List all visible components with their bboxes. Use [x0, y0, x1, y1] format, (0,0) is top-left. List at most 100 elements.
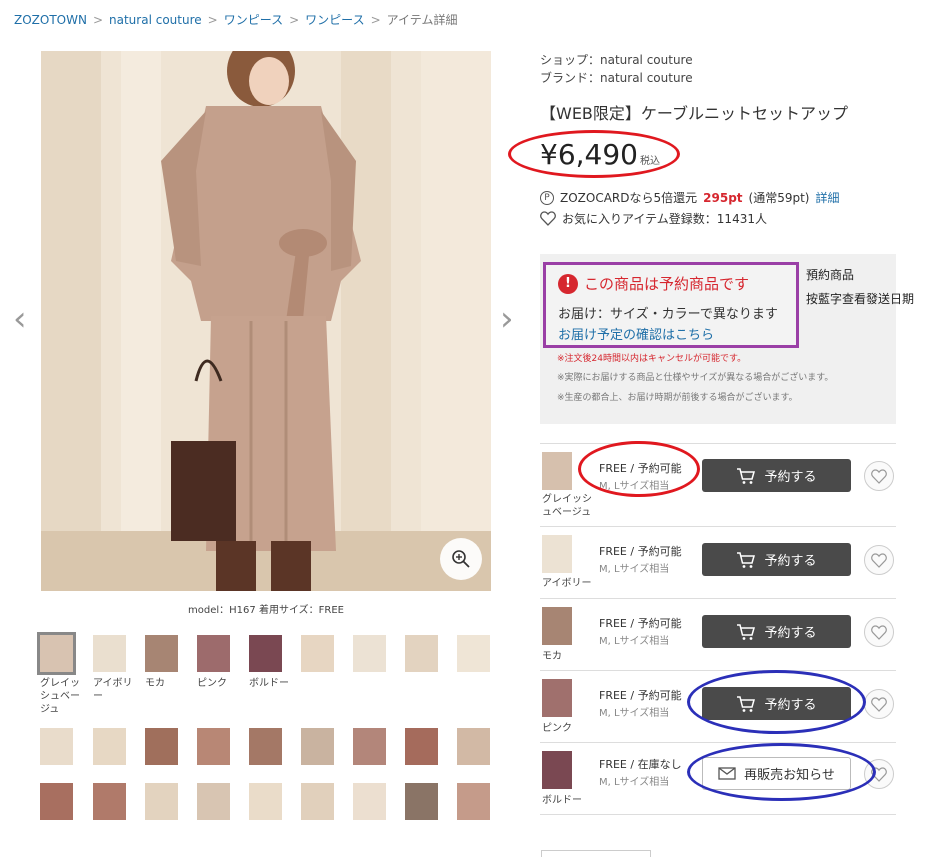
- breadcrumb-separator: >: [289, 12, 300, 27]
- variant-stock: FREE / 予約可能: [599, 689, 682, 702]
- breadcrumb-category[interactable]: ワンピース: [224, 11, 283, 28]
- reserve-button-label: 予約する: [764, 698, 817, 713]
- row-divider: [540, 742, 896, 743]
- variant-stock: FREE / 予約可能: [599, 462, 682, 475]
- row-divider: [540, 598, 896, 599]
- variant-thumbnail: [542, 751, 572, 789]
- cart-icon: [737, 551, 756, 568]
- point-icon: P: [540, 190, 554, 205]
- reserve-button-label: 予約する: [764, 626, 817, 641]
- breadcrumb: ZOZOTOWN > natural couture > ワンピース > ワンピ…: [14, 11, 457, 28]
- variant-color: ピンク: [542, 723, 572, 734]
- row-divider: [540, 526, 896, 527]
- point-value: 295pt: [703, 190, 743, 205]
- price: ¥6,490 税込: [540, 138, 660, 171]
- thumbnail-image[interactable]: [353, 635, 386, 672]
- heart-icon: [871, 624, 887, 640]
- thumbnail-image[interactable]: [249, 728, 282, 765]
- favorite-button[interactable]: [864, 759, 894, 789]
- thumbnail-image[interactable]: [301, 635, 334, 672]
- thumbnail-image[interactable]: [301, 783, 334, 820]
- favorite-button[interactable]: [864, 461, 894, 491]
- thumbnail-image[interactable]: [197, 635, 230, 672]
- variant-color: アイボリー: [542, 578, 592, 589]
- image-caption: model：H167 着用サイズ：FREE: [188, 605, 344, 616]
- thumbnail-image[interactable]: [40, 728, 73, 765]
- thumbnail-image[interactable]: [249, 635, 282, 672]
- thumbnail-image[interactable]: [457, 635, 490, 672]
- cart-icon: [737, 695, 756, 712]
- favorite-button[interactable]: [864, 545, 894, 575]
- thumbnail-image[interactable]: [197, 783, 230, 820]
- favorite-button[interactable]: [864, 617, 894, 647]
- variant-stock: FREE / 在庫なし: [599, 758, 682, 771]
- reservation-notice-highlight: ! この商品は予約商品です お届け：サイズ・カラーで異なります お届け予定の確認…: [543, 262, 799, 348]
- thumbnail-image[interactable]: [353, 783, 386, 820]
- reserve-button[interactable]: 予約する: [702, 543, 851, 576]
- variant-size: M, Lサイズ相当: [599, 777, 670, 788]
- reserve-button-label: 予約する: [764, 470, 817, 485]
- thumbnail-image[interactable]: [405, 635, 438, 672]
- thumbnail-color-label: モカ: [145, 678, 165, 689]
- favorite-count-text: お気に入りアイテム登録数：11431人: [562, 212, 767, 226]
- main-product-image[interactable]: [41, 51, 491, 591]
- annotation-note: 按藍字查看發送日期: [806, 292, 915, 306]
- variant-color: モカ: [542, 651, 562, 662]
- thumbnail-color-label: アイボリー: [93, 678, 133, 702]
- breadcrumb-separator: >: [92, 12, 104, 27]
- thumbnail-image[interactable]: [40, 783, 73, 820]
- variant-thumbnail: [542, 607, 572, 645]
- point-normal: (通常59pt): [748, 191, 810, 205]
- alert-icon: !: [558, 273, 578, 294]
- row-divider: [540, 814, 896, 815]
- thumbnail-image[interactable]: [249, 783, 282, 820]
- thumbnail-image[interactable]: [457, 783, 490, 820]
- restock-notify-button[interactable]: 再販売お知らせ: [702, 757, 851, 790]
- annotation-note: 預約商品: [806, 268, 855, 282]
- breadcrumb-shop[interactable]: natural couture: [109, 13, 202, 27]
- thumbnail-image[interactable]: [405, 783, 438, 820]
- thumbnail-image[interactable]: [93, 635, 126, 672]
- variant-stock: FREE / 予約可能: [599, 545, 682, 558]
- reserve-button[interactable]: 予約する: [702, 615, 851, 648]
- thumbnail-image[interactable]: [93, 783, 126, 820]
- breadcrumb-subcategory[interactable]: ワンピース: [305, 11, 364, 28]
- thumbnail-image[interactable]: [301, 728, 334, 765]
- variant-thumbnail: [542, 679, 572, 717]
- heart-icon: [871, 696, 887, 712]
- thumbnail-image[interactable]: [457, 728, 490, 765]
- thumbnail-color-label: グレイッシュベージュ: [40, 678, 80, 715]
- thumbnail-image[interactable]: [405, 728, 438, 765]
- variant-color: ボルドー: [542, 795, 582, 806]
- next-image-arrow-icon[interactable]: ›: [500, 302, 514, 336]
- thumbnail-image[interactable]: [145, 728, 178, 765]
- next-section-button[interactable]: [541, 850, 651, 857]
- heart-icon: [871, 766, 887, 782]
- point-detail-link[interactable]: 詳細: [815, 189, 839, 206]
- variant-thumbnail: [542, 535, 572, 573]
- thumbnail-image[interactable]: [145, 783, 178, 820]
- heart-icon: [540, 211, 556, 226]
- cancel-note: ※注文後24時間以内はキャンセルが可能です。: [557, 354, 747, 364]
- variant-size: M, Lサイズ相当: [599, 708, 670, 719]
- thumbnail-image[interactable]: [145, 635, 178, 672]
- thumbnail-image[interactable]: [353, 728, 386, 765]
- zoom-button[interactable]: [440, 538, 482, 580]
- point-info: P ZOZOCARDなら5倍還元 295pt (通常59pt) 詳細: [540, 189, 840, 206]
- breadcrumb-separator: >: [370, 12, 381, 27]
- prev-image-arrow-icon[interactable]: ‹: [13, 302, 27, 336]
- spec-note: ※実際にお届けする商品と仕様やサイズが異なる場合がございます。: [557, 373, 834, 383]
- reserve-button[interactable]: 予約する: [702, 687, 851, 720]
- thumbnail-image[interactable]: [93, 728, 126, 765]
- variant-stock: FREE / 予約可能: [599, 617, 682, 630]
- shop-name: ショップ：natural couture: [540, 53, 693, 67]
- cart-icon: [737, 467, 756, 484]
- thumbnail-image[interactable]: [37, 632, 76, 675]
- delivery-schedule-link[interactable]: お届け予定の確認はこちら: [558, 324, 714, 343]
- zoom-icon: [452, 550, 470, 568]
- breadcrumb-zozotown[interactable]: ZOZOTOWN: [14, 13, 87, 27]
- reserve-button[interactable]: 予約する: [702, 459, 851, 492]
- thumbnail-image[interactable]: [197, 728, 230, 765]
- favorite-button[interactable]: [864, 689, 894, 719]
- restock-notify-label: 再販売お知らせ: [744, 768, 835, 783]
